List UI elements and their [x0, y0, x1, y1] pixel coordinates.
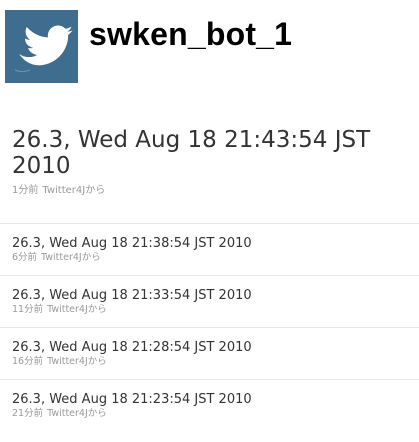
timeline-item: 26.3, Wed Aug 18 21:38:54 JST 2010 6分前 Tw… [0, 223, 419, 275]
status-meta: 11分前 Twitter4Jから [12, 304, 419, 316]
profile-header: swken_bot_1 [0, 0, 419, 90]
status-time[interactable]: 21分前 [12, 408, 43, 419]
timeline: 26.3, Wed Aug 18 21:38:54 JST 2010 6分前 Tw… [0, 223, 419, 431]
status-time[interactable]: 16分前 [12, 356, 43, 367]
latest-status-source: Twitter4Jから [42, 185, 106, 196]
timeline-item: 26.3, Wed Aug 18 21:23:54 JST 2010 21分前 T… [0, 379, 419, 431]
timeline-item: 26.3, Wed Aug 18 21:33:54 JST 2010 11分前 T… [0, 275, 419, 327]
status-meta: 16分前 Twitter4Jから [12, 356, 419, 368]
status-text: 26.3, Wed Aug 18 21:38:54 JST 2010 [12, 236, 252, 251]
profile-username[interactable]: swken_bot_1 [89, 14, 292, 54]
latest-status-time[interactable]: 1分前 [12, 185, 38, 196]
timeline-item: 26.3, Wed Aug 18 21:28:54 JST 2010 16分前 T… [0, 327, 419, 379]
twitter-bird-icon [5, 10, 78, 83]
latest-status: 26.3, Wed Aug 18 21:43:54 JST 2010 1分前 Tw… [12, 127, 412, 197]
status-text: 26.3, Wed Aug 18 21:23:54 JST 2010 [12, 392, 252, 407]
status-source: Twitter4Jから [41, 252, 101, 263]
status-meta: 21分前 Twitter4Jから [12, 408, 419, 420]
status-time[interactable]: 6分前 [12, 252, 37, 263]
status-source: Twitter4Jから [47, 356, 107, 367]
status-text: 26.3, Wed Aug 18 21:28:54 JST 2010 [12, 340, 252, 355]
status-meta: 6分前 Twitter4Jから [12, 252, 419, 264]
latest-status-text: 26.3, Wed Aug 18 21:43:54 JST 2010 [12, 127, 371, 179]
status-source: Twitter4Jから [47, 304, 107, 315]
status-text: 26.3, Wed Aug 18 21:33:54 JST 2010 [12, 288, 252, 303]
avatar[interactable] [5, 10, 78, 83]
status-source: Twitter4Jから [47, 408, 107, 419]
latest-status-meta: 1分前 Twitter4Jから [12, 184, 412, 197]
status-time[interactable]: 11分前 [12, 304, 43, 315]
